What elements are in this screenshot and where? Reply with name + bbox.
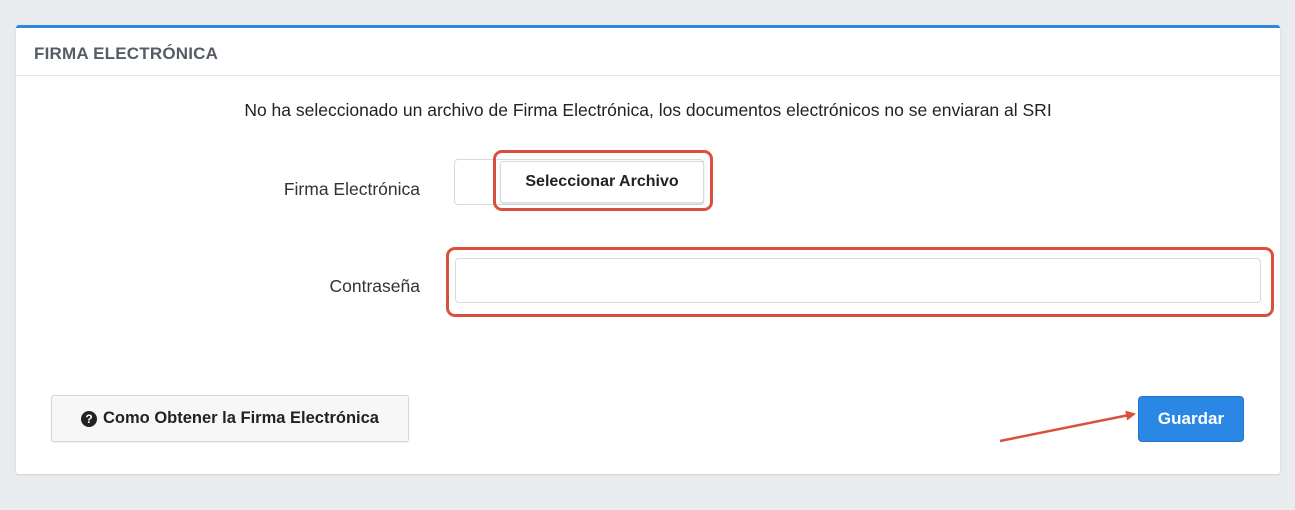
- how-to-get-signature-button[interactable]: ? Como Obtener la Firma Electrónica: [51, 395, 409, 442]
- signature-label: Firma Electrónica: [283, 179, 420, 199]
- help-button-label: Como Obtener la Firma Electrónica: [103, 409, 379, 427]
- save-button[interactable]: Guardar: [1138, 396, 1244, 442]
- password-label: Contraseña: [329, 276, 420, 296]
- password-field[interactable]: [455, 258, 1261, 303]
- card-title: FIRMA ELECTRÓNICA: [16, 28, 1280, 76]
- question-circle-icon: ?: [81, 410, 97, 427]
- select-file-button[interactable]: Seleccionar Archivo: [500, 161, 704, 203]
- no-file-notice: No ha seleccionado un archivo de Firma E…: [244, 100, 1052, 120]
- signature-card: FIRMA ELECTRÓNICA No ha seleccionado un …: [16, 25, 1280, 474]
